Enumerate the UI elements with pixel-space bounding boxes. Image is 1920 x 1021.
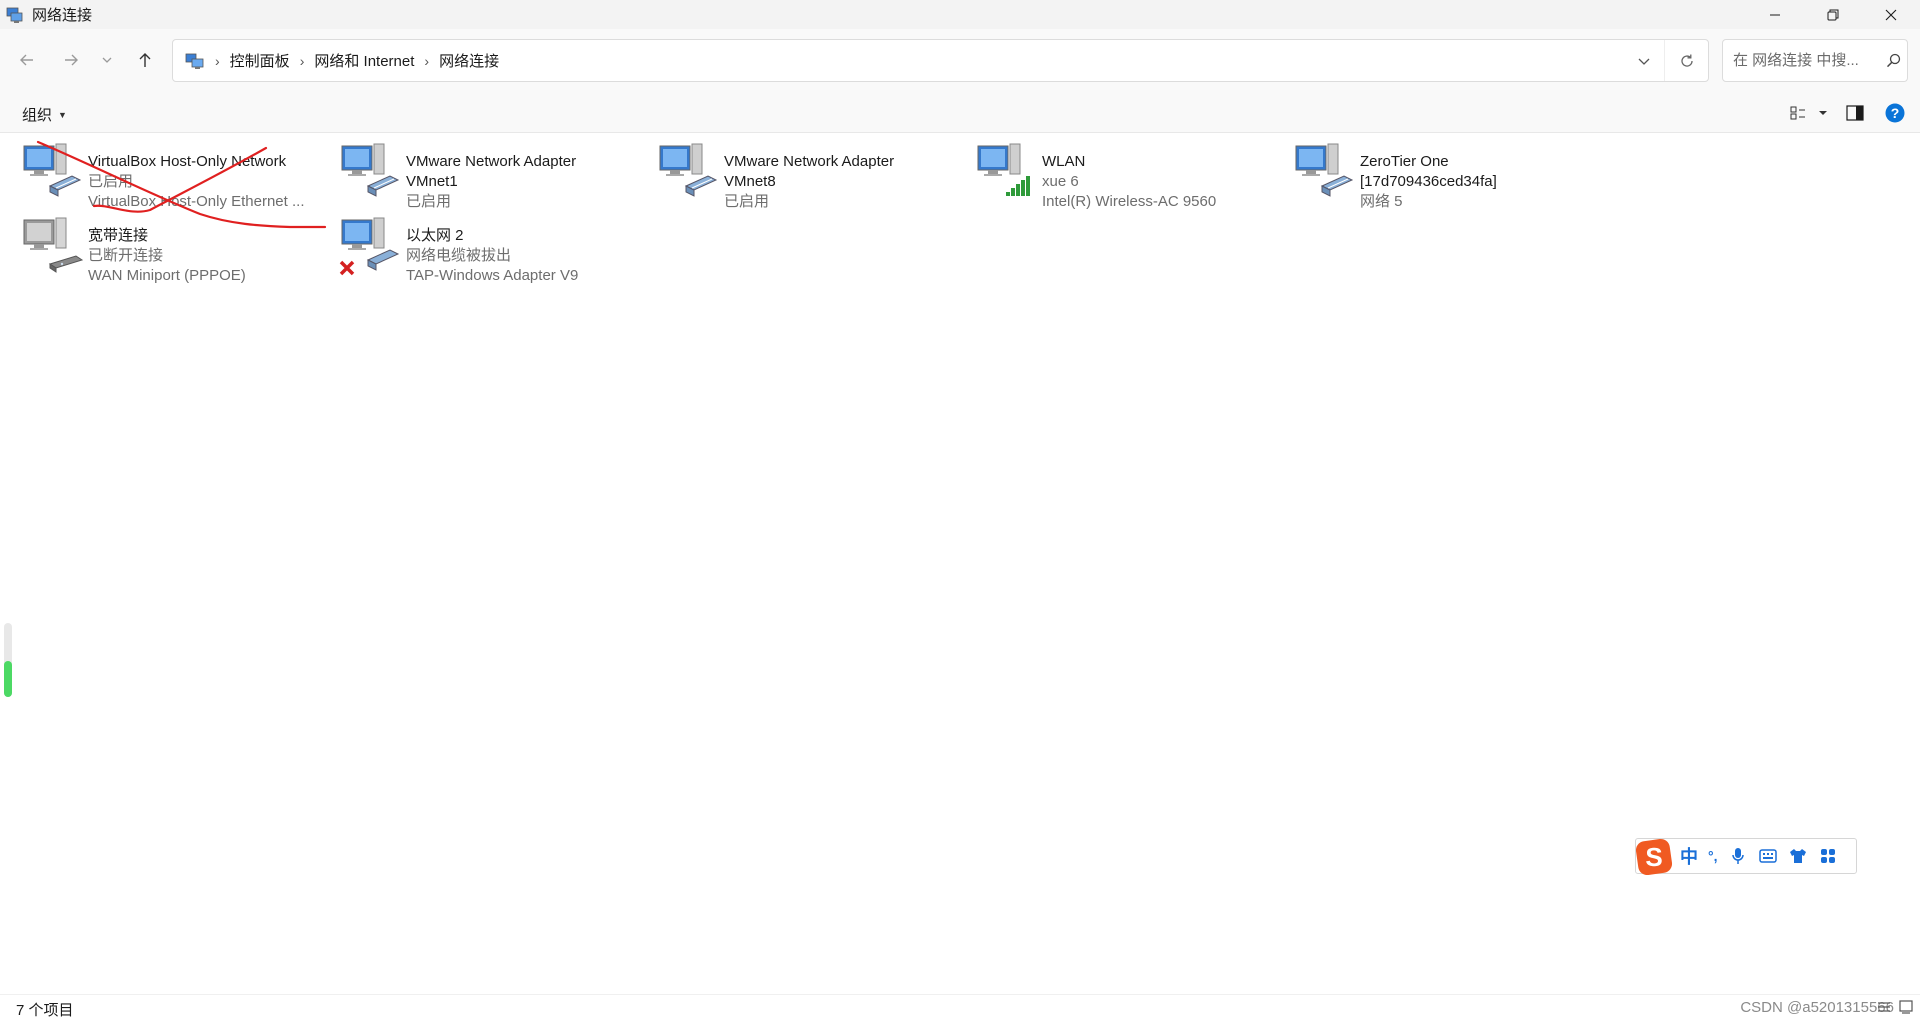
connection-item-broadband[interactable]: 宽带连接 已断开连接 WAN Miniport (PPPOE) (20, 216, 335, 288)
connection-item-ethernet2[interactable]: 以太网 2 网络电缆被拔出 TAP-Windows Adapter V9 (338, 216, 653, 288)
restore-button[interactable] (1804, 0, 1862, 29)
connection-network: 网络 5 (1360, 193, 1403, 210)
toolbox-grid-icon[interactable] (1818, 846, 1838, 866)
ime-mode-toggle[interactable]: 中 (1680, 843, 1698, 869)
connection-name: WLAN (1042, 153, 1086, 170)
up-button[interactable] (128, 45, 162, 75)
restore-icon (1827, 9, 1839, 20)
organize-label: 组织 (22, 107, 53, 124)
connection-status: 已断开连接 (88, 247, 164, 264)
help-icon: ? (1885, 103, 1905, 123)
connection-name: 宽带连接 (88, 227, 149, 244)
connection-network: VMnet8 (724, 173, 776, 190)
svg-text:S: S (1645, 842, 1662, 872)
breadcrumb-control-panel[interactable]: 控制面板 (230, 50, 290, 71)
connection-name: VirtualBox Host-Only Network (88, 153, 287, 170)
breadcrumb-network-internet[interactable]: 网络和 Internet (314, 50, 414, 71)
status-bar: 7 个项目 CSDN @a5201315566 (0, 994, 1920, 1021)
back-button[interactable] (10, 45, 44, 75)
connection-status: 已启用 (406, 193, 452, 210)
search-input[interactable] (1733, 52, 1883, 69)
watermark: CSDN @a5201315566 (1740, 999, 1894, 1016)
network-folder-icon (185, 53, 204, 69)
connection-item-vmnet8[interactable]: VMware Network Adapter VMnet8 已启用 (656, 142, 971, 214)
window-title: 网络连接 (32, 7, 93, 24)
large-icons-view-icon[interactable] (1898, 999, 1914, 1015)
title-bar: 网络连接 (0, 0, 1920, 29)
minimize-icon (1770, 14, 1780, 15)
connection-name: ZeroTier One (1360, 153, 1449, 170)
connection-name: VMware Network Adapter (406, 153, 577, 170)
chevron-right-icon[interactable]: › (300, 53, 305, 69)
network-adapter-icon (341, 143, 400, 197)
change-view-button[interactable] (1786, 100, 1830, 126)
view-options-icon (1790, 106, 1827, 120)
refresh-button[interactable] (1664, 40, 1708, 81)
chevron-right-icon[interactable]: › (424, 53, 429, 69)
arrow-left-icon (20, 54, 33, 66)
breadcrumb-network-connections[interactable]: 网络连接 (439, 50, 499, 71)
broadband-disconnected-icon (23, 217, 84, 273)
search-box[interactable] (1722, 39, 1908, 82)
address-history-button[interactable] (1624, 40, 1664, 81)
forward-button[interactable] (54, 45, 88, 75)
network-adapter-icon (1295, 143, 1354, 197)
minimize-button[interactable] (1746, 0, 1804, 29)
connection-status: 已启用 (724, 193, 770, 210)
close-icon (1885, 9, 1897, 20)
item-count: 7 个项目 (16, 1002, 74, 1019)
ime-toolbar[interactable]: S 中 °, (1634, 837, 1857, 877)
help-button[interactable]: ? (1880, 100, 1910, 126)
ime-punctuation-toggle[interactable]: °, (1708, 848, 1718, 864)
details-view-icon[interactable] (1876, 999, 1892, 1015)
chevron-right-icon: › (215, 52, 220, 69)
command-bar: 组织 ▼ ? (0, 94, 1920, 133)
keyboard-icon[interactable] (1758, 846, 1778, 866)
address-bar[interactable]: › 控制面板 › 网络和 Internet › 网络连接 (172, 39, 1709, 82)
network-adapter-icon (23, 143, 82, 197)
connection-ssid: xue 6 (1042, 173, 1079, 190)
network-connections-app-icon (6, 7, 23, 23)
connection-device: TAP-Windows Adapter V9 (406, 267, 579, 284)
connection-item-virtualbox[interactable]: VirtualBox Host-Only Network 已启用 Virtual… (20, 142, 335, 214)
connection-network: VMnet1 (406, 173, 458, 190)
wireless-adapter-icon (977, 143, 1030, 196)
svg-text:?: ? (1891, 105, 1900, 121)
connection-status: 已启用 (88, 173, 134, 190)
chevron-down-icon (102, 57, 112, 63)
connection-status: 网络电缆被拔出 (406, 247, 512, 264)
connection-name: 以太网 2 (406, 227, 464, 244)
caret-down-icon: ▼ (58, 109, 67, 120)
connection-item-zerotier[interactable]: ZeroTier One [17d709436ced34fa] 网络 5 (1292, 142, 1607, 214)
sogou-logo-icon[interactable]: S (1634, 837, 1674, 877)
chevron-down-icon (1638, 58, 1650, 65)
search-icon[interactable] (1885, 52, 1903, 70)
arrow-right-icon (65, 54, 78, 66)
connection-name: VMware Network Adapter (724, 153, 895, 170)
skin-shirt-icon[interactable] (1788, 846, 1808, 866)
connection-device: WAN Miniport (PPPOE) (88, 267, 246, 284)
close-button[interactable] (1862, 0, 1920, 29)
preview-pane-button[interactable] (1840, 100, 1870, 126)
scroll-indicator[interactable] (4, 623, 12, 697)
connections-view: VirtualBox Host-Only Network 已启用 Virtual… (0, 134, 1920, 994)
connection-device: VirtualBox Host-Only Ethernet ... (88, 193, 305, 210)
refresh-icon (1680, 54, 1693, 67)
connection-device: Intel(R) Wireless-AC 9560 (1042, 193, 1217, 210)
network-adapter-unplugged-icon (339, 217, 400, 276)
microphone-icon[interactable] (1728, 846, 1748, 866)
recent-locations-button[interactable] (92, 45, 122, 75)
connection-item-vmnet1[interactable]: VMware Network Adapter VMnet1 已启用 (338, 142, 653, 214)
navigation-bar: › 控制面板 › 网络和 Internet › 网络连接 (0, 29, 1920, 94)
connection-item-wlan[interactable]: WLAN xue 6 Intel(R) Wireless-AC 9560 (974, 142, 1289, 214)
arrow-up-icon (139, 53, 151, 67)
preview-pane-icon (1846, 105, 1864, 121)
network-adapter-icon (659, 143, 718, 197)
connection-network-id: [17d709436ced34fa] (1360, 173, 1497, 190)
organize-menu-button[interactable]: 组织 ▼ (22, 104, 67, 125)
